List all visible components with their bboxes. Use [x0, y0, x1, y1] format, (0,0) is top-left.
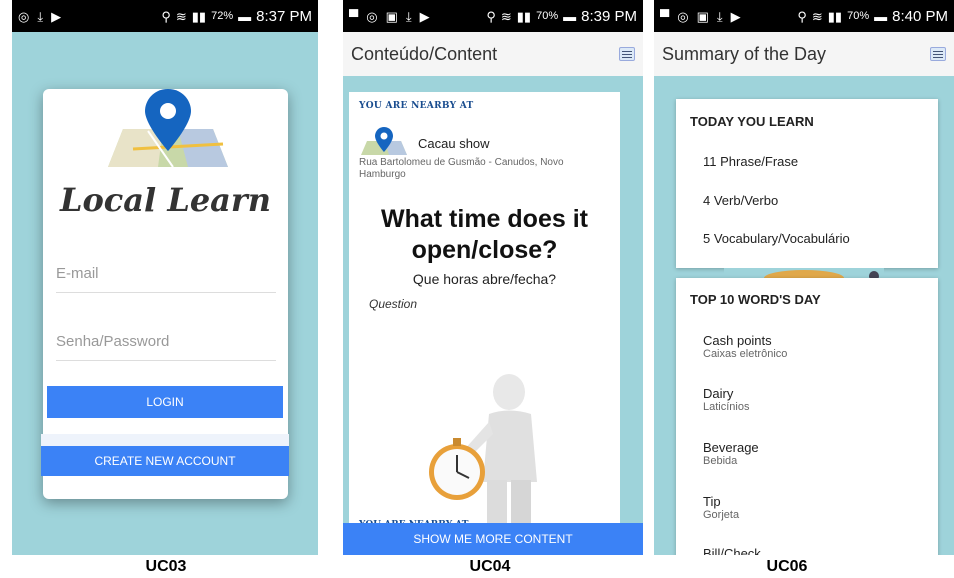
list-item: Dairy Laticínios	[703, 386, 749, 413]
menu-button[interactable]	[930, 47, 946, 61]
email-field[interactable]: E-mail	[56, 265, 276, 293]
menu-line	[933, 56, 943, 58]
caption-uc04: UC04	[469, 558, 511, 575]
show-more-button[interactable]: SHOW ME MORE CONTENT	[343, 523, 643, 555]
flag-icon: ▶	[419, 8, 430, 24]
caption-uc03: UC03	[145, 558, 187, 575]
signal-icon: ▮▮	[191, 8, 207, 24]
wifi-icon: ≋	[811, 8, 823, 24]
wifi-icon: ≋	[500, 8, 512, 24]
status-bar: ▀ ◎ ▣ ⤓ ▶ ⚲ ≋ ▮▮ 70% ▬ 8:40 PM	[654, 0, 954, 32]
location-icon: ⚲	[797, 8, 807, 24]
whatsapp-icon: ◎	[677, 8, 689, 24]
list-item: Beverage Bebida	[703, 440, 759, 467]
message-icon: ▀	[660, 8, 670, 24]
word-english: Tip	[703, 494, 721, 509]
status-bar: ◎ ⤓ ▶ ⚲ ≋ ▮▮ 72% ▬ 8:37 PM	[12, 0, 318, 32]
message-icon: ▀	[349, 8, 359, 24]
signal-icon: ▮▮	[827, 8, 843, 24]
create-account-button[interactable]: CREATE NEW ACCOUNT	[41, 446, 289, 476]
caption-uc06: UC06	[766, 558, 808, 575]
app-bar: Summary of the Day	[654, 32, 954, 76]
flag-icon: ▶	[730, 8, 741, 24]
login-card: Local Learn E-mail Senha/Password LOGIN …	[41, 89, 289, 499]
password-placeholder: Senha/Password	[56, 333, 170, 350]
menu-line	[933, 50, 943, 52]
list-item: Bill/Check	[703, 546, 761, 555]
list-item: Tip Gorjeta	[703, 494, 739, 521]
flag-icon: ▶	[51, 8, 62, 24]
top-words-card: TOP 10 WORD'S DAY Cash points Caixas ele…	[676, 278, 938, 555]
app-bar: Conteúdo/Content	[343, 32, 643, 76]
menu-line	[622, 56, 632, 58]
battery-percent: 70%	[536, 10, 559, 22]
summary-screen: ▀ ◎ ▣ ⤓ ▶ ⚲ ≋ ▮▮ 70% ▬ 8:40 PM Summary o…	[654, 0, 954, 555]
battery-percent: 70%	[847, 10, 870, 22]
image-icon: ▣	[696, 8, 709, 24]
download-icon: ⤓	[405, 8, 412, 24]
content-type-label: Question	[369, 297, 418, 311]
word-english: Bill/Check	[703, 546, 761, 555]
today-learn-card: TODAY YOU LEARN 11 Phrase/Frase 4 Verb/V…	[676, 99, 938, 268]
list-item: 5 Vocabulary/Vocabulário	[703, 231, 850, 246]
signal-icon: ▮▮	[516, 8, 532, 24]
nearby-label: YOU ARE NEARBY AT	[359, 101, 474, 111]
image-icon: ▣	[385, 8, 398, 24]
button-divider	[41, 434, 289, 446]
list-item: Cash points Caixas eletrônico	[703, 333, 787, 360]
word-english: Cash points	[703, 333, 772, 348]
word-english: Dairy	[703, 386, 734, 401]
map-pin-logo-icon	[108, 89, 228, 168]
page-title: Summary of the Day	[662, 43, 827, 64]
place-name: Cacau show	[418, 136, 490, 151]
email-placeholder: E-mail	[56, 265, 99, 282]
wifi-icon: ≋	[175, 8, 187, 24]
app-title: Local Learn	[59, 181, 272, 219]
word-portuguese: Bebida	[703, 455, 738, 467]
login-button[interactable]: LOGIN	[47, 386, 283, 418]
page-title: Conteúdo/Content	[351, 43, 498, 64]
today-title: TODAY YOU LEARN	[690, 114, 814, 129]
password-field[interactable]: Senha/Password	[56, 333, 276, 361]
battery-icon: ▬	[563, 8, 577, 24]
download-icon: ⤓	[37, 8, 44, 24]
location-icon: ⚲	[486, 8, 496, 24]
decorative-illustration	[724, 268, 884, 278]
list-item: 4 Verb/Verbo	[703, 193, 779, 208]
whatsapp-icon: ◎	[366, 8, 378, 24]
menu-line	[933, 53, 943, 55]
battery-percent: 72%	[211, 10, 234, 22]
list-item: 11 Phrase/Frase	[703, 154, 799, 169]
menu-button[interactable]	[619, 47, 635, 61]
location-icon: ⚲	[161, 8, 171, 24]
menu-line	[622, 50, 632, 52]
clock: 8:37 PM	[256, 7, 312, 25]
question-english: What time does it open/close?	[381, 205, 588, 264]
clock: 8:39 PM	[581, 7, 637, 25]
top-words-title: TOP 10 WORD'S DAY	[690, 292, 821, 307]
battery-icon: ▬	[238, 8, 252, 24]
whatsapp-icon: ◎	[18, 8, 30, 24]
download-icon: ⤓	[716, 8, 723, 24]
battery-icon: ▬	[874, 8, 888, 24]
content-screen: ▀ ◎ ▣ ⤓ ▶ ⚲ ≋ ▮▮ 70% ▬ 8:39 PM Conteúdo/…	[343, 0, 643, 555]
map-pin-icon	[361, 127, 407, 155]
content-card: YOU ARE NEARBY AT Cacau show Rua Bartolo…	[349, 92, 620, 552]
word-portuguese: Gorjeta	[703, 509, 740, 521]
place-address: Rua Bartolomeu de Gusmão - Canudos, Novo…	[359, 157, 564, 180]
status-bar: ▀ ◎ ▣ ⤓ ▶ ⚲ ≋ ▮▮ 70% ▬ 8:39 PM	[343, 0, 643, 32]
menu-line	[622, 53, 632, 55]
clock: 8:40 PM	[892, 7, 948, 25]
login-screen: ◎ ⤓ ▶ ⚲ ≋ ▮▮ 72% ▬ 8:37 PM Local Learn E…	[12, 0, 318, 555]
word-portuguese: Caixas eletrônico	[703, 348, 788, 360]
word-portuguese: Laticínios	[703, 401, 750, 413]
word-english: Beverage	[703, 440, 759, 455]
question-portuguese: Que horas abre/fecha?	[412, 271, 557, 287]
